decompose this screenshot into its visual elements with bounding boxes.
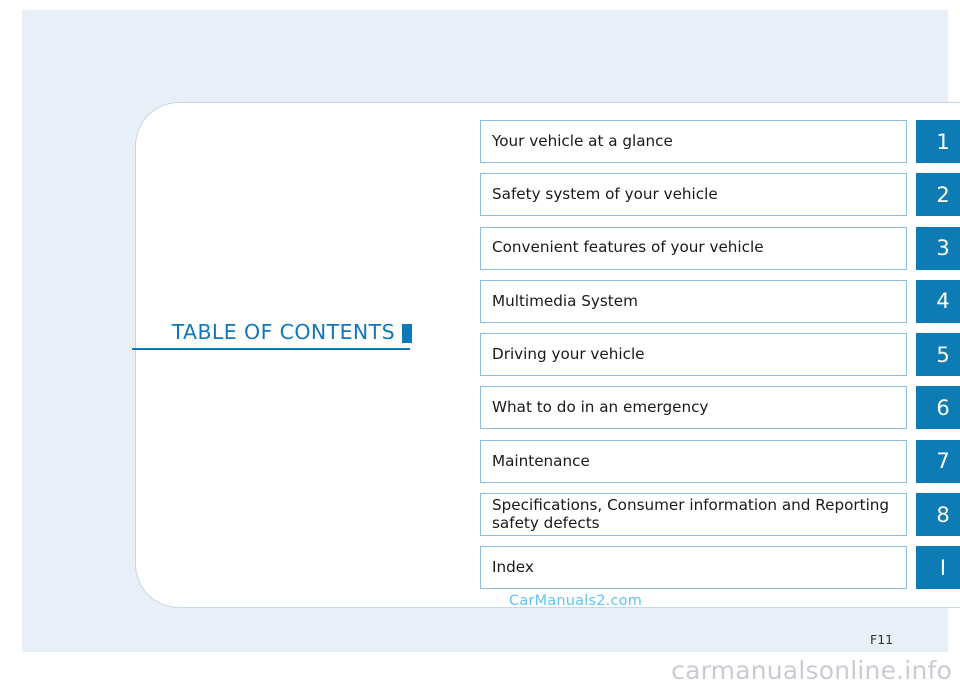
heading-underline	[132, 348, 410, 350]
toc-entry-label-box[interactable]: Driving your vehicle	[480, 333, 907, 377]
toc-entry-number[interactable]: I	[916, 546, 960, 590]
toc-entry-label: Driving your vehicle	[492, 344, 645, 363]
heading-accent-square-icon	[402, 324, 412, 343]
table-of-contents-heading: TABLE OF CONTENTS	[132, 320, 412, 350]
list-item[interactable]: Maintenance 7	[480, 439, 960, 483]
site-footer-bar: carmanualsonline.info	[0, 652, 960, 689]
page-title: TABLE OF CONTENTS	[171, 320, 395, 344]
toc-entry-label-box[interactable]: Convenient features of your vehicle	[480, 226, 907, 270]
toc-entry-label: Maintenance	[492, 451, 590, 470]
toc-entry-label: Convenient features of your vehicle	[492, 238, 764, 257]
watermark: CarManuals2.com	[509, 593, 643, 609]
toc-entry-number[interactable]: 5	[916, 333, 960, 377]
toc-entry-label-box[interactable]: What to do in an emergency	[480, 386, 907, 430]
list-item[interactable]: Convenient features of your vehicle 3	[480, 226, 960, 270]
toc-entry-number[interactable]: 3	[916, 226, 960, 270]
list-item[interactable]: Specifications, Consumer information and…	[480, 493, 960, 537]
list-item[interactable]: Index I	[480, 546, 960, 590]
toc-entry-number[interactable]: 6	[916, 386, 960, 430]
heading-row: TABLE OF CONTENTS	[132, 320, 412, 348]
toc-entry-label: Specifications, Consumer information and…	[492, 496, 890, 532]
toc-entry-number[interactable]: 8	[916, 493, 960, 537]
toc-entry-label: Index	[492, 558, 534, 577]
toc-entry-label: What to do in an emergency	[492, 398, 709, 417]
toc-entry-number[interactable]: 4	[916, 279, 960, 323]
toc-entry-number[interactable]: 1	[916, 120, 960, 163]
list-item[interactable]: Multimedia System 4	[480, 279, 960, 323]
page-number: F11	[870, 632, 894, 647]
toc-entry-label-box[interactable]: Index	[480, 546, 907, 590]
toc-entry-label-box[interactable]: Your vehicle at a glance	[480, 120, 907, 163]
table-of-contents-list: Your vehicle at a glance 1 Safety system…	[480, 120, 960, 600]
manual-page-sheet: TABLE OF CONTENTS Your vehicle at a glan…	[22, 10, 960, 675]
toc-entry-label-box[interactable]: Multimedia System	[480, 279, 907, 323]
toc-entry-label-box[interactable]: Safety system of your vehicle	[480, 173, 907, 217]
toc-entry-label: Safety system of your vehicle	[492, 185, 718, 204]
toc-entry-label-box[interactable]: Specifications, Consumer information and…	[480, 493, 907, 537]
list-item[interactable]: Driving your vehicle 5	[480, 333, 960, 377]
toc-entry-label: Multimedia System	[492, 291, 638, 310]
toc-entry-number[interactable]: 7	[916, 439, 960, 483]
list-item[interactable]: What to do in an emergency 6	[480, 386, 960, 430]
list-item[interactable]: Your vehicle at a glance 1	[480, 120, 960, 163]
list-item[interactable]: Safety system of your vehicle 2	[480, 173, 960, 217]
toc-entry-number[interactable]: 2	[916, 173, 960, 217]
toc-entry-label: Your vehicle at a glance	[492, 131, 673, 150]
site-footer-text: carmanualsonline.info	[671, 656, 952, 685]
toc-entry-label-box[interactable]: Maintenance	[480, 439, 907, 483]
